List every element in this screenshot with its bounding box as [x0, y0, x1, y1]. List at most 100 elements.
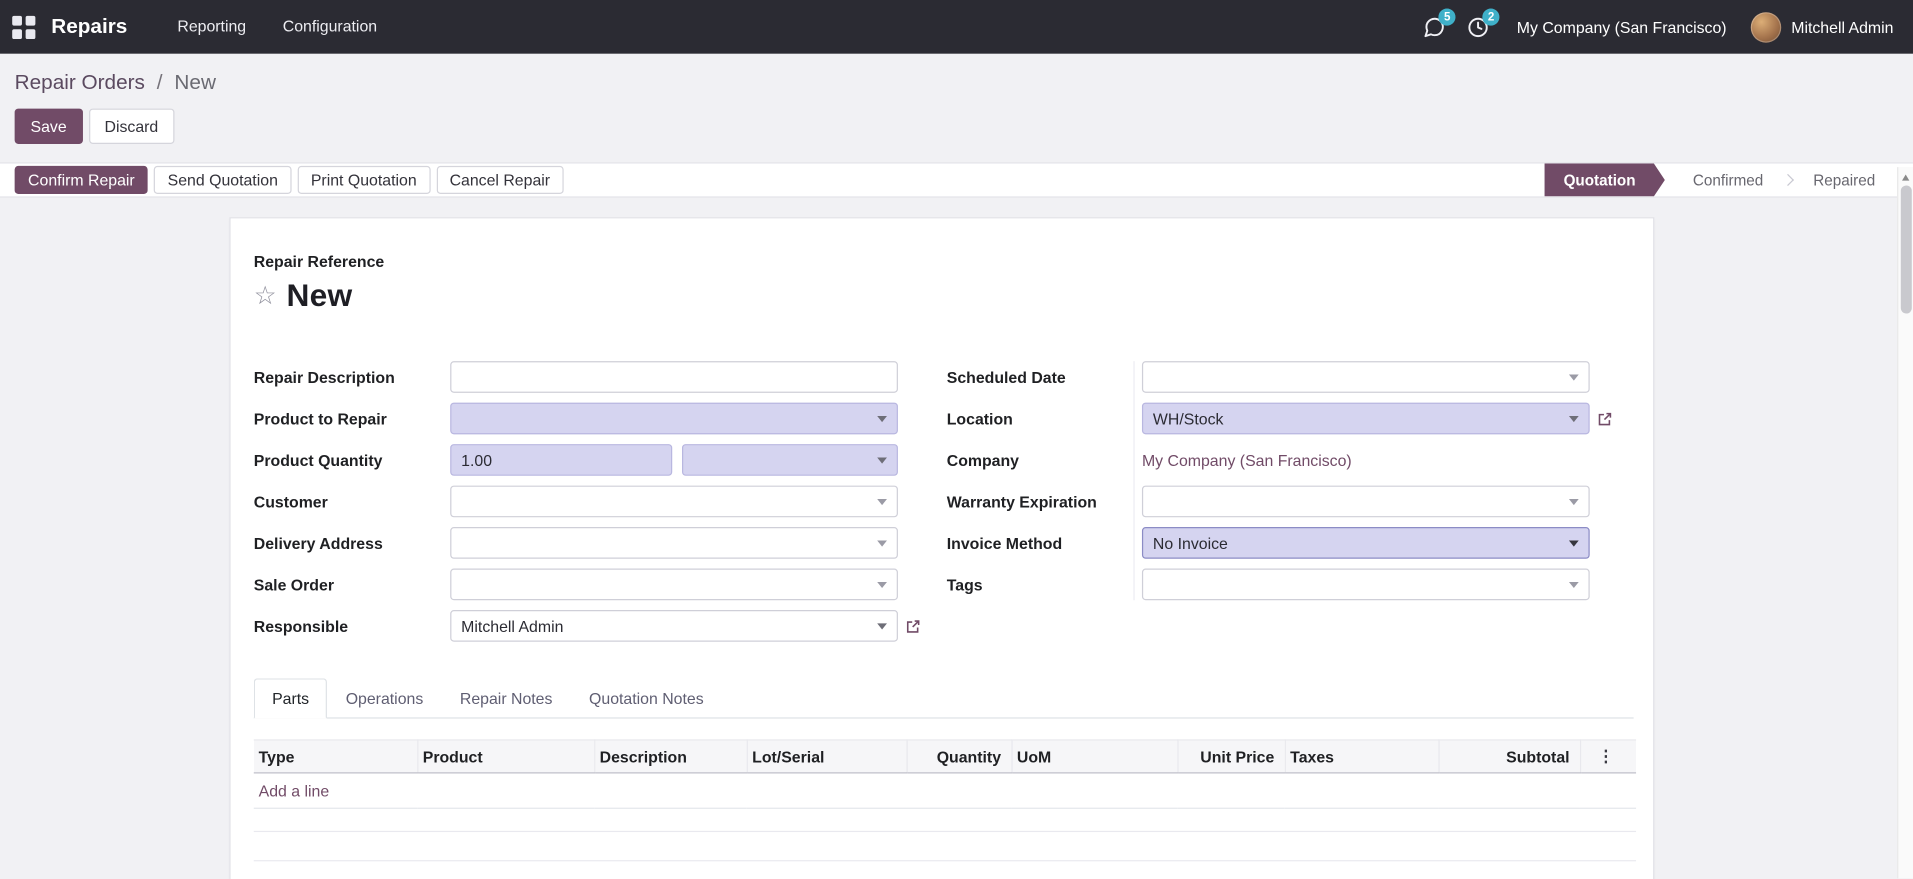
col-quantity[interactable]: Quantity: [906, 739, 1013, 774]
apps-grid-icon: [11, 15, 35, 39]
user-menu[interactable]: Mitchell Admin: [1750, 11, 1894, 43]
scheduled-date-input[interactable]: [1141, 361, 1590, 393]
chevron-down-icon: [877, 622, 887, 629]
chevron-down-icon: [877, 456, 887, 464]
tags-input[interactable]: [1141, 568, 1590, 601]
tab-repair-notes[interactable]: Repair Notes: [442, 678, 571, 718]
warranty-expiration-label: Warranty Expiration: [946, 492, 1097, 511]
product-quantity-label: Product Quantity: [253, 450, 383, 470]
warranty-expiration-input[interactable]: [1141, 485, 1590, 518]
send-quotation-button[interactable]: Send Quotation: [154, 165, 292, 194]
vertical-scrollbar[interactable]: [1897, 167, 1913, 879]
chevron-right-icon: [1782, 173, 1795, 186]
field-repair-description: Repair Description: [254, 361, 921, 393]
app-window: Repairs Reporting Configuration 5 2 My C…: [0, 0, 1913, 879]
col-type[interactable]: Type: [253, 739, 418, 774]
table-row: Add a line: [253, 772, 1637, 809]
location-open-record-button[interactable]: [1597, 411, 1613, 427]
favorite-star-icon[interactable]: ☆: [254, 283, 277, 309]
messages-button[interactable]: 5: [1412, 0, 1456, 54]
chevron-down-icon: [1568, 415, 1579, 422]
chevron-down-icon: [877, 498, 887, 505]
responsible-label: Responsible: [253, 616, 349, 636]
status-pipeline: Quotation Confirmed Repaired: [1544, 163, 1893, 196]
statusbar: Confirm Repair Send Quotation Print Quot…: [0, 162, 1913, 198]
invoice-method-select[interactable]: No Invoice: [1141, 527, 1590, 559]
activities-button[interactable]: 2: [1456, 0, 1500, 54]
print-quotation-button[interactable]: Print Quotation: [297, 165, 431, 194]
delivery-address-input[interactable]: [450, 527, 898, 559]
field-invoice-method: Invoice Method No Invoice: [947, 527, 1613, 559]
stage-quotation[interactable]: Quotation: [1544, 163, 1665, 196]
field-product-to-repair: Product to Repair: [254, 402, 921, 435]
chevron-down-icon: [1568, 581, 1579, 588]
stage-repaired[interactable]: Repaired: [1795, 163, 1893, 196]
form-group-left: Repair Description Product to Repair Pro…: [253, 361, 920, 642]
field-company: Company My Company (San Francisco): [947, 444, 1613, 476]
add-a-line-link[interactable]: Add a line: [259, 781, 330, 799]
responsible-input[interactable]: Mitchell Admin: [450, 610, 898, 642]
user-avatar: [1750, 11, 1782, 43]
product-uom-input[interactable]: [681, 444, 898, 476]
menu-configuration[interactable]: Configuration: [264, 0, 395, 54]
delivery-address-label: Delivery Address: [253, 533, 383, 553]
chevron-down-icon: [1568, 539, 1579, 546]
title-line: ☆ New: [254, 277, 1634, 315]
stage-confirmed[interactable]: Confirmed: [1675, 163, 1782, 196]
tags-label: Tags: [946, 575, 983, 594]
repair-description-input[interactable]: [450, 361, 898, 393]
responsible-open-record-button[interactable]: [905, 618, 921, 634]
col-uom[interactable]: UoM: [1011, 739, 1178, 774]
company-switcher[interactable]: My Company (San Francisco): [1517, 18, 1727, 36]
field-warranty-expiration: Warranty Expiration: [946, 485, 1613, 518]
col-taxes[interactable]: Taxes: [1284, 739, 1440, 774]
breadcrumb-parent[interactable]: Repair Orders: [15, 71, 145, 94]
menu-reporting[interactable]: Reporting: [159, 0, 264, 54]
record-actions: Save Discard: [0, 95, 1913, 162]
col-lot-serial[interactable]: Lot/Serial: [746, 739, 908, 774]
col-description[interactable]: Description: [594, 739, 748, 774]
notebook-tabs: Parts Operations Repair Notes Quotation …: [253, 678, 1634, 719]
location-input[interactable]: WH/Stock: [1141, 402, 1590, 435]
tab-quotation-notes[interactable]: Quotation Notes: [571, 678, 722, 718]
customer-input[interactable]: [450, 485, 898, 518]
breadcrumb: Repair Orders / New: [0, 54, 1913, 95]
invoice-method-value: No Invoice: [1152, 533, 1228, 553]
invoice-method-label: Invoice Method: [946, 533, 1063, 553]
tab-parts[interactable]: Parts: [253, 678, 328, 719]
col-unit-price[interactable]: Unit Price: [1177, 739, 1286, 774]
user-name: Mitchell Admin: [1791, 17, 1894, 36]
sale-order-input[interactable]: [450, 568, 898, 601]
col-product[interactable]: Product: [417, 739, 595, 774]
product-quantity-input[interactable]: [450, 444, 673, 476]
field-delivery-address: Delivery Address: [254, 527, 921, 559]
field-sale-order: Sale Order: [253, 568, 921, 601]
repair-reference-label: Repair Reference: [253, 252, 385, 271]
apps-menu-button[interactable]: [0, 0, 46, 54]
chevron-down-icon: [877, 539, 887, 546]
discard-button[interactable]: Discard: [88, 108, 175, 144]
scroll-up-icon[interactable]: [1902, 174, 1910, 181]
sale-order-label: Sale Order: [253, 575, 335, 594]
company-link[interactable]: My Company (San Francisco): [1142, 451, 1352, 469]
chevron-down-icon: [877, 581, 887, 588]
repair-reference-value: New: [286, 276, 353, 314]
optional-columns-button[interactable]: ⋮: [1579, 739, 1637, 774]
cancel-repair-button[interactable]: Cancel Repair: [436, 165, 564, 194]
scheduled-date-label: Scheduled Date: [946, 367, 1066, 387]
chevron-down-icon: [877, 415, 887, 422]
activities-badge: 2: [1482, 8, 1500, 26]
kebab-icon: ⋮: [1597, 746, 1614, 765]
field-customer: Customer: [254, 485, 921, 518]
product-to-repair-input[interactable]: [450, 402, 898, 435]
top-navbar: Repairs Reporting Configuration 5 2 My C…: [0, 0, 1913, 54]
scrollbar-thumb[interactable]: [1900, 185, 1912, 314]
col-subtotal[interactable]: Subtotal: [1438, 739, 1581, 774]
save-button[interactable]: Save: [14, 108, 83, 144]
field-scheduled-date: Scheduled Date: [947, 361, 1613, 393]
external-link-icon: [906, 619, 920, 633]
tab-operations[interactable]: Operations: [327, 678, 441, 718]
form-grid: Repair Description Product to Repair Pro…: [254, 361, 1634, 642]
confirm-repair-button[interactable]: Confirm Repair: [14, 165, 149, 194]
app-title[interactable]: Repairs: [51, 15, 127, 39]
